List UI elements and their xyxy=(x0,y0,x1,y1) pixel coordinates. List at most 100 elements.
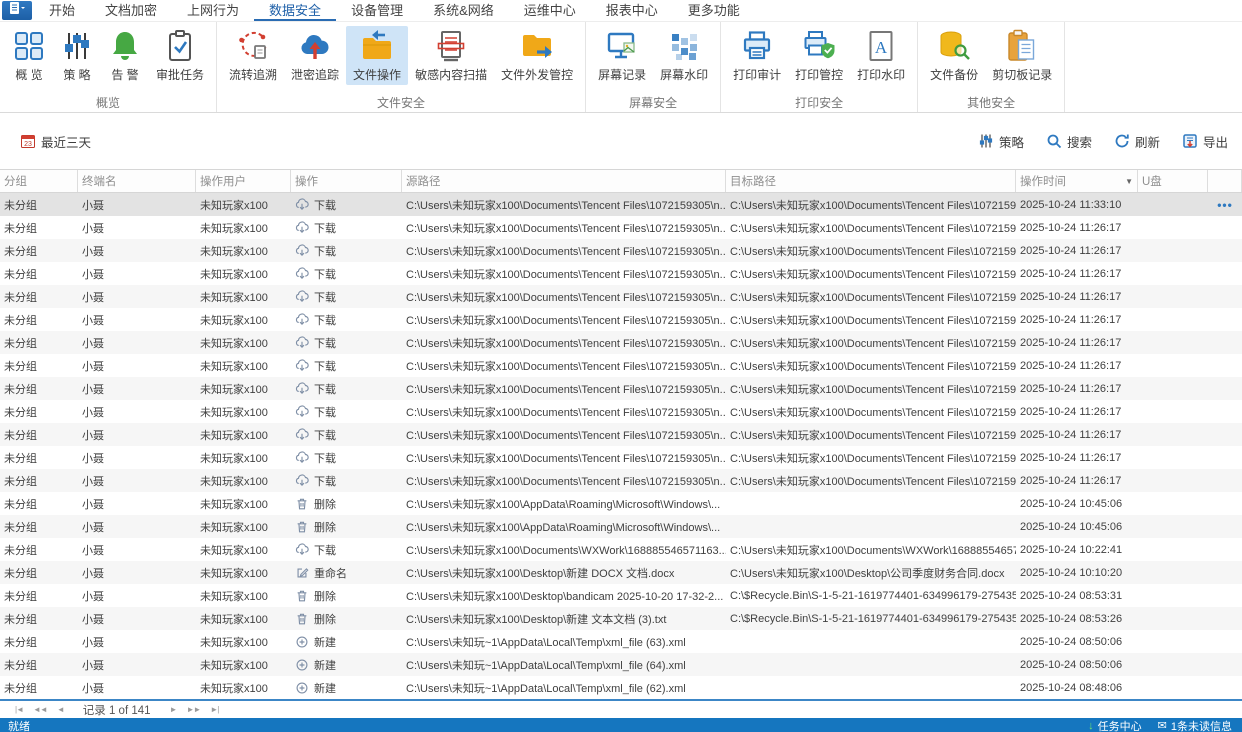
table-row[interactable]: 未分组小聂未知玩家x100下载C:\Users\未知玩家x100\Documen… xyxy=(0,262,1242,285)
ribbon-item-file-outgoing-folder[interactable]: 文件外发管控 xyxy=(494,26,580,85)
cell-group: 未分组 xyxy=(0,588,78,604)
export-button[interactable]: 导出 xyxy=(1182,132,1228,151)
column-header-7[interactable]: U盘 xyxy=(1138,170,1208,192)
ribbon-item-circulation-trace[interactable]: 流转追溯 xyxy=(222,26,284,85)
table-row[interactable]: 未分组小聂未知玩家x100下载C:\Users\未知玩家x100\Documen… xyxy=(0,377,1242,400)
ribbon-item-label: 屏幕水印 xyxy=(660,66,708,83)
table-row[interactable]: 未分组小聂未知玩家x100下载C:\Users\未知玩家x100\Documen… xyxy=(0,331,1242,354)
cell-terminal: 小聂 xyxy=(78,197,196,213)
first-record-button[interactable]: |◄ xyxy=(15,705,23,714)
cell-operation: 下载 xyxy=(291,404,402,420)
table-row[interactable]: 未分组小聂未知玩家x100下载C:\Users\未知玩家x100\Documen… xyxy=(0,423,1242,446)
date-range-filter[interactable]: 23 最近三天 xyxy=(20,132,91,151)
column-header-label: 源路径 xyxy=(406,173,441,189)
table-row[interactable]: 未分组小聂未知玩家x100新建C:\Users\未知玩~1\AppData\Lo… xyxy=(0,630,1242,653)
search-button[interactable]: 搜索 xyxy=(1046,132,1092,151)
ribbon-item-screen-watermark[interactable]: 屏幕水印 xyxy=(653,26,715,85)
table-row[interactable]: 未分组小聂未知玩家x100新建C:\Users\未知玩~1\AppData\Lo… xyxy=(0,676,1242,699)
time-filter-caret-icon[interactable]: ▼ xyxy=(1125,177,1133,186)
table-row[interactable]: 未分组小聂未知玩家x100重命名C:\Users\未知玩家x100\Deskto… xyxy=(0,561,1242,584)
ribbon-item-clipboard-record[interactable]: 剪切板记录 xyxy=(985,26,1059,85)
app-menu-icon xyxy=(8,1,26,20)
prev-page-button[interactable]: ◄◄ xyxy=(33,705,47,714)
tab-8[interactable]: 更多功能 xyxy=(673,0,755,21)
column-header-4[interactable]: 源路径 xyxy=(402,170,726,192)
download-arrow-icon: ↓ xyxy=(1088,720,1094,732)
table-row[interactable]: 未分组小聂未知玩家x100删除C:\Users\未知玩家x100\AppData… xyxy=(0,515,1242,538)
refresh-button[interactable]: 刷新 xyxy=(1114,132,1160,151)
table-row[interactable]: 未分组小聂未知玩家x100删除C:\Users\未知玩家x100\Desktop… xyxy=(0,584,1242,607)
table-row[interactable]: 未分组小聂未知玩家x100下载C:\Users\未知玩家x100\Documen… xyxy=(0,285,1242,308)
ribbon-item-file-backup[interactable]: 文件备份 xyxy=(923,26,985,85)
row-actions-button[interactable]: ••• xyxy=(1208,198,1242,212)
column-header-6[interactable]: 操作时间▼ xyxy=(1016,170,1138,192)
cell-operation: 下载 xyxy=(291,473,402,489)
cell-source-path: C:\Users\未知玩家x100\Documents\Tencent File… xyxy=(402,243,726,259)
create-icon xyxy=(295,635,309,649)
tab-4[interactable]: 设备管理 xyxy=(336,0,418,21)
cell-terminal: 小聂 xyxy=(78,289,196,305)
column-header-2[interactable]: 操作用户 xyxy=(196,170,291,192)
cell-terminal: 小聂 xyxy=(78,542,196,558)
table-row[interactable]: 未分组小聂未知玩家x100下载C:\Users\未知玩家x100\Documen… xyxy=(0,400,1242,423)
ribbon-item-alarm-bell[interactable]: 告 警 xyxy=(101,26,149,85)
column-header-8[interactable] xyxy=(1208,170,1242,192)
table-row[interactable]: 未分组小聂未知玩家x100下载C:\Users\未知玩家x100\Documen… xyxy=(0,538,1242,561)
table-row[interactable]: 未分组小聂未知玩家x100新建C:\Users\未知玩~1\AppData\Lo… xyxy=(0,653,1242,676)
ribbon-item-policy-sliders[interactable]: 策 略 xyxy=(53,26,101,85)
tab-1[interactable]: 文档加密 xyxy=(90,0,172,21)
cell-group: 未分组 xyxy=(0,381,78,397)
tab-6[interactable]: 运维中心 xyxy=(509,0,591,21)
column-header-5[interactable]: 目标路径 xyxy=(726,170,1016,192)
tab-2[interactable]: 上网行为 xyxy=(172,0,254,21)
next-record-button[interactable]: ► xyxy=(170,705,177,714)
column-header-3[interactable]: 操作 xyxy=(291,170,402,192)
table-row[interactable]: 未分组小聂未知玩家x100下载C:\Users\未知玩家x100\Documen… xyxy=(0,308,1242,331)
ribbon-item-file-operations-folder[interactable]: 文件操作 xyxy=(346,26,408,85)
cell-time: 2025-10-24 08:50:06 xyxy=(1016,659,1138,671)
column-header-0[interactable]: 分组 xyxy=(0,170,78,192)
table-row[interactable]: 未分组小聂未知玩家x100下载C:\Users\未知玩家x100\Documen… xyxy=(0,239,1242,262)
operation-label: 新建 xyxy=(314,634,336,650)
operation-label: 下载 xyxy=(314,542,336,558)
unread-messages-button[interactable]: ✉ 1条未读信息 xyxy=(1158,718,1232,732)
ribbon-item-approval-clipboard[interactable]: 审批任务 xyxy=(149,26,211,85)
next-page-button[interactable]: ►► xyxy=(186,705,200,714)
cell-operation: 删除 xyxy=(291,588,402,604)
ribbon-item-print-watermark[interactable]: A打印水印 xyxy=(850,26,912,85)
policy-button[interactable]: 策略 xyxy=(978,132,1024,151)
ribbon-item-leak-trace-cloud[interactable]: 泄密追踪 xyxy=(284,26,346,85)
ribbon-item-screen-record[interactable]: 屏幕记录 xyxy=(591,26,653,85)
cell-target-path: C:\Users\未知玩家x100\Documents\Tencent File… xyxy=(726,427,1016,443)
operation-label: 删除 xyxy=(314,496,336,512)
tab-3[interactable]: 数据安全 xyxy=(254,0,336,21)
cell-group: 未分组 xyxy=(0,565,78,581)
ribbon-item-sensitive-scan[interactable]: 敏感内容扫描 xyxy=(408,26,494,85)
ribbon-item-label: 文件备份 xyxy=(930,66,978,83)
ribbon-item-print-audit[interactable]: 打印审计 xyxy=(726,26,788,85)
search-icon xyxy=(1046,133,1062,149)
column-header-1[interactable]: 终端名 xyxy=(78,170,196,192)
table-row[interactable]: 未分组小聂未知玩家x100下载C:\Users\未知玩家x100\Documen… xyxy=(0,354,1242,377)
tab-7[interactable]: 报表中心 xyxy=(591,0,673,21)
table-row[interactable]: 未分组小聂未知玩家x100下载C:\Users\未知玩家x100\Documen… xyxy=(0,193,1242,216)
cell-operation: 下载 xyxy=(291,381,402,397)
cell-user: 未知玩家x100 xyxy=(196,496,291,512)
ribbon-item-overview-grid[interactable]: 概 览 xyxy=(5,26,53,85)
tab-5[interactable]: 系统&网络 xyxy=(418,0,509,21)
last-record-button[interactable]: ►| xyxy=(210,705,218,714)
tab-0[interactable]: 开始 xyxy=(34,0,90,21)
app-menu-button[interactable] xyxy=(2,1,32,20)
cell-target-path: C:\Users\未知玩家x100\Documents\Tencent File… xyxy=(726,473,1016,489)
cell-operation: 新建 xyxy=(291,680,402,696)
table-row[interactable]: 未分组小聂未知玩家x100删除C:\Users\未知玩家x100\AppData… xyxy=(0,492,1242,515)
cell-group: 未分组 xyxy=(0,496,78,512)
table-row[interactable]: 未分组小聂未知玩家x100下载C:\Users\未知玩家x100\Documen… xyxy=(0,469,1242,492)
table-row[interactable]: 未分组小聂未知玩家x100下载C:\Users\未知玩家x100\Documen… xyxy=(0,216,1242,239)
ribbon-item-print-control[interactable]: 打印管控 xyxy=(788,26,850,85)
task-center-button[interactable]: ↓ 任务中心 xyxy=(1088,718,1142,732)
table-row[interactable]: 未分组小聂未知玩家x100删除C:\Users\未知玩家x100\Desktop… xyxy=(0,607,1242,630)
prev-record-button[interactable]: ◄ xyxy=(57,705,64,714)
export-label: 导出 xyxy=(1203,132,1228,151)
table-row[interactable]: 未分组小聂未知玩家x100下载C:\Users\未知玩家x100\Documen… xyxy=(0,446,1242,469)
